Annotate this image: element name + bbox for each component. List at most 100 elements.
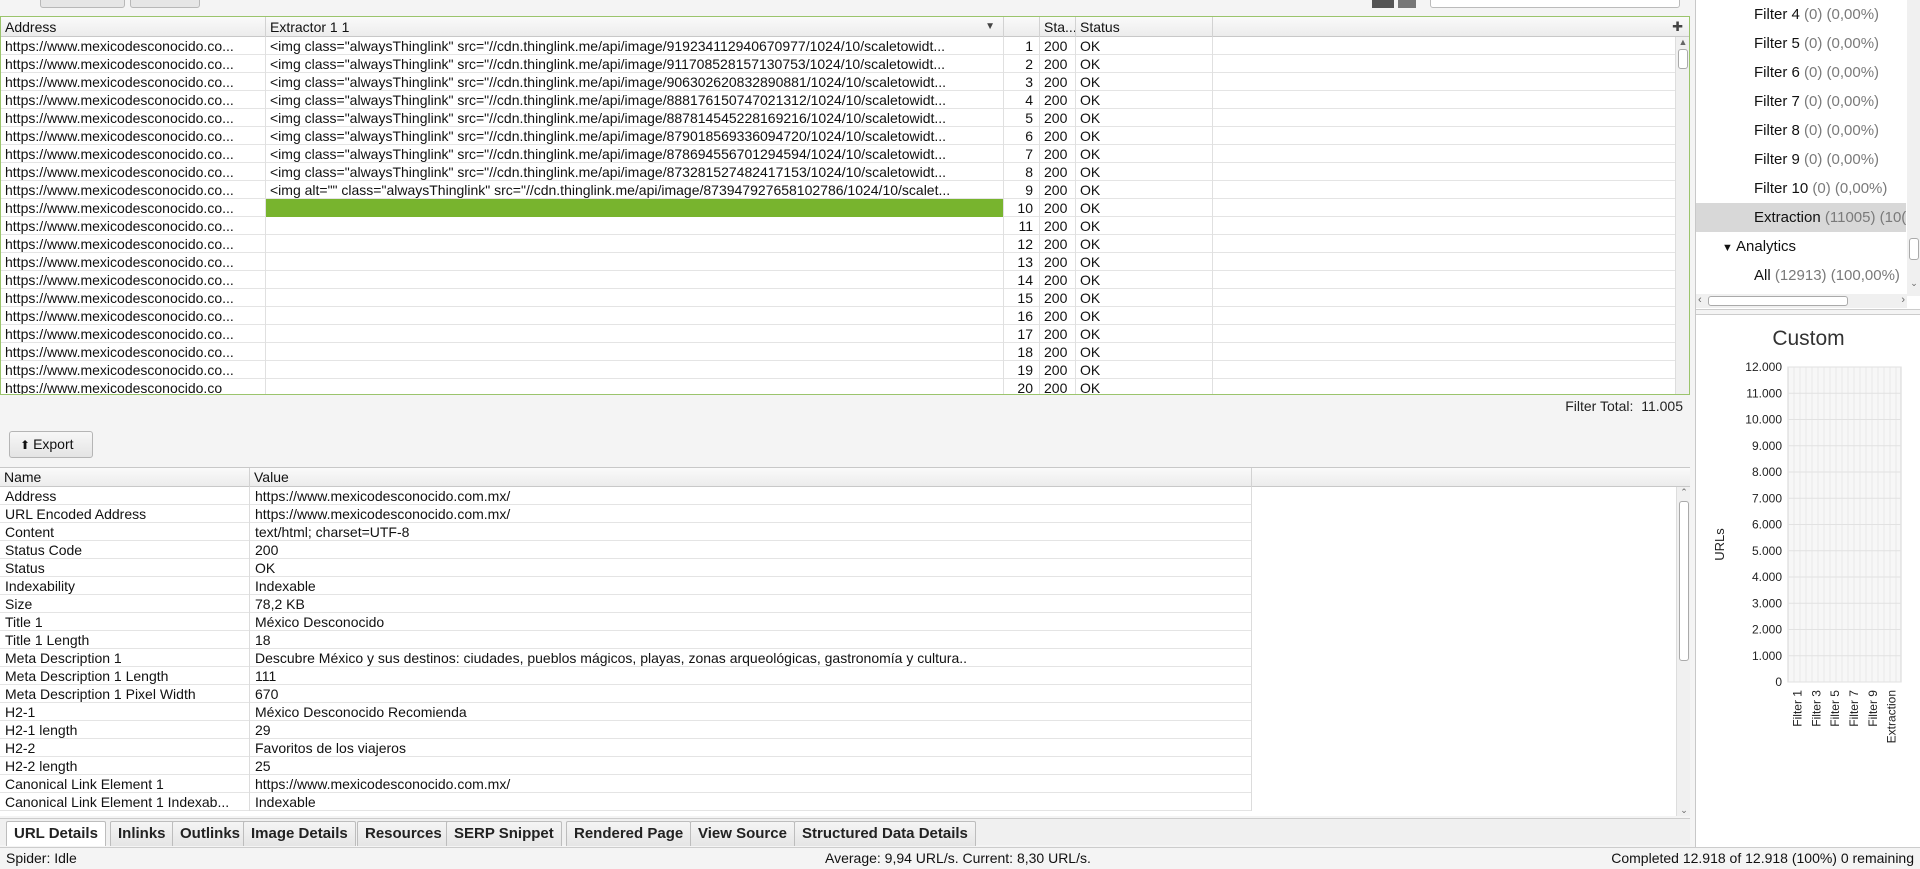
- row-index-cell[interactable]: 20: [1004, 379, 1040, 394]
- detail-name-cell[interactable]: Title 1 Length: [0, 631, 250, 649]
- tree-item[interactable]: Filter 9 (0) (0,00%): [1696, 145, 1906, 174]
- address-cell[interactable]: https://www.mexicodesconocido.co...: [1, 73, 266, 91]
- sort-down-icon[interactable]: ▼: [985, 17, 995, 37]
- status-code-cell[interactable]: 200: [1040, 91, 1076, 109]
- table-row[interactable]: https://www.mexicodesconocido.co... 12 200…: [1, 235, 1675, 253]
- status-cell[interactable]: OK: [1076, 361, 1213, 379]
- address-cell[interactable]: https://www.mexicodesconocido.co...: [1, 55, 266, 73]
- status-cell[interactable]: OK: [1076, 163, 1213, 181]
- row-index-cell[interactable]: 13: [1004, 253, 1040, 271]
- detail-value-cell[interactable]: Indexable: [250, 793, 1252, 811]
- tab-outlinks[interactable]: Outlinks: [172, 821, 249, 846]
- extractor-cell[interactable]: <img class="alwaysThinglink" src="//cdn.…: [266, 109, 1004, 127]
- tab-inlinks[interactable]: Inlinks: [110, 821, 174, 846]
- status-code-cell[interactable]: 200: [1040, 307, 1076, 325]
- tab-view-source[interactable]: View Source: [690, 821, 795, 846]
- detail-name-cell[interactable]: H2-2: [0, 739, 250, 757]
- tree-item[interactable]: Filter 10 (0) (0,00%): [1696, 174, 1906, 203]
- address-cell[interactable]: https://www.mexicodesconocido.co...: [1, 289, 266, 307]
- table-row[interactable]: https://www.mexicodesconocido.co... 19 200…: [1, 361, 1675, 379]
- table-row[interactable]: https://www.mexicodesconocido.co... 11 200…: [1, 217, 1675, 235]
- row-index-cell[interactable]: 7: [1004, 145, 1040, 163]
- table-row[interactable]: https://www.mexicodesconocido.co... <img …: [1, 55, 1675, 73]
- column-extractor[interactable]: Extractor 1 1 ▼: [266, 17, 1004, 37]
- detail-name-cell[interactable]: Address: [0, 487, 250, 505]
- status-cell[interactable]: OK: [1076, 181, 1213, 199]
- detail-row[interactable]: Meta Description 1 Pixel Width 670: [0, 685, 1252, 703]
- detail-row[interactable]: Size 78,2 KB: [0, 595, 1252, 613]
- toolbar-button[interactable]: [130, 0, 200, 8]
- detail-value-cell[interactable]: Favoritos de los viajeros: [250, 739, 1252, 757]
- table-row[interactable]: https://www.mexicodesconocido.co... 17 200…: [1, 325, 1675, 343]
- status-code-cell[interactable]: 200: [1040, 343, 1076, 361]
- status-code-cell[interactable]: 200: [1040, 217, 1076, 235]
- extractor-cell[interactable]: <img class="alwaysThinglink" src="//cdn.…: [266, 145, 1004, 163]
- status-cell[interactable]: OK: [1076, 379, 1213, 394]
- table-row[interactable]: https://www.mexicodesconocido.co... <img …: [1, 163, 1675, 181]
- detail-row[interactable]: Indexability Indexable: [0, 577, 1252, 595]
- table-row[interactable]: https://www.mexicodesconocido.co... <img …: [1, 91, 1675, 109]
- address-cell[interactable]: https://www.mexicodesconocido.co: [1, 379, 266, 394]
- table-row[interactable]: https://www.mexicodesconocido.co... 10 200…: [1, 199, 1675, 217]
- vertical-scrollbar[interactable]: ▲: [1675, 37, 1689, 394]
- row-index-cell[interactable]: 2: [1004, 55, 1040, 73]
- table-row[interactable]: https://www.mexicodesconocido.co 20 200 OK: [1, 379, 1675, 394]
- detail-value-cell[interactable]: 78,2 KB: [250, 595, 1252, 613]
- export-button[interactable]: ⬆ Export: [9, 431, 93, 458]
- tree-item[interactable]: Filter 8 (0) (0,00%): [1696, 116, 1906, 145]
- detail-row[interactable]: Status Code 200: [0, 541, 1252, 559]
- address-cell[interactable]: https://www.mexicodesconocido.co...: [1, 127, 266, 145]
- detail-value-cell[interactable]: 25: [250, 757, 1252, 775]
- detail-row[interactable]: Canonical Link Element 1 https://www.mexi…: [0, 775, 1252, 793]
- address-cell[interactable]: https://www.mexicodesconocido.co...: [1, 307, 266, 325]
- status-code-cell[interactable]: 200: [1040, 37, 1076, 55]
- status-cell[interactable]: OK: [1076, 307, 1213, 325]
- extractor-cell[interactable]: [266, 271, 1004, 289]
- tree-item[interactable]: ▼ Analytics: [1696, 232, 1906, 261]
- detail-name-cell[interactable]: Content: [0, 523, 250, 541]
- address-cell[interactable]: https://www.mexicodesconocido.co...: [1, 145, 266, 163]
- extractor-cell[interactable]: <img class="alwaysThinglink" src="//cdn.…: [266, 127, 1004, 145]
- address-cell[interactable]: https://www.mexicodesconocido.co...: [1, 217, 266, 235]
- extractor-cell[interactable]: <img class="alwaysThinglink" src="//cdn.…: [266, 55, 1004, 73]
- extractor-cell[interactable]: [266, 343, 1004, 361]
- detail-value-cell[interactable]: https://www.mexicodesconocido.com.mx/: [250, 487, 1252, 505]
- detail-name-cell[interactable]: Canonical Link Element 1 Indexab...: [0, 793, 250, 811]
- detail-name-cell[interactable]: H2-1 length: [0, 721, 250, 739]
- detail-value-cell[interactable]: 18: [250, 631, 1252, 649]
- table-row[interactable]: https://www.mexicodesconocido.co... 15 200…: [1, 289, 1675, 307]
- scroll-up-icon[interactable]: ▲: [1676, 37, 1689, 47]
- table-row[interactable]: https://www.mexicodesconocido.co... 16 200…: [1, 307, 1675, 325]
- extractor-cell[interactable]: <img class="alwaysThinglink" src="//cdn.…: [266, 37, 1004, 55]
- address-cell[interactable]: https://www.mexicodesconocido.co...: [1, 361, 266, 379]
- detail-name-cell[interactable]: H2-2 length: [0, 757, 250, 775]
- status-cell[interactable]: OK: [1076, 55, 1213, 73]
- extractor-cell[interactable]: [266, 361, 1004, 379]
- detail-row[interactable]: H2-2 Favoritos de los viajeros: [0, 739, 1252, 757]
- row-index-cell[interactable]: 11: [1004, 217, 1040, 235]
- extractor-cell[interactable]: <img class="alwaysThinglink" src="//cdn.…: [266, 91, 1004, 109]
- detail-row[interactable]: Status OK: [0, 559, 1252, 577]
- detail-value-cell[interactable]: https://www.mexicodesconocido.com.mx/: [250, 505, 1252, 523]
- tab-resources[interactable]: Resources: [357, 821, 450, 846]
- row-index-cell[interactable]: 5: [1004, 109, 1040, 127]
- table-row[interactable]: https://www.mexicodesconocido.co... 18 200…: [1, 343, 1675, 361]
- detail-row[interactable]: Title 1 Length 18: [0, 631, 1252, 649]
- scroll-left-icon[interactable]: ‹: [1698, 294, 1702, 306]
- scroll-thumb[interactable]: [1909, 238, 1919, 260]
- detail-row[interactable]: Meta Description 1 Descubre México y sus …: [0, 649, 1252, 667]
- list-view-icon[interactable]: [1398, 0, 1416, 8]
- status-cell[interactable]: OK: [1076, 343, 1213, 361]
- status-code-cell[interactable]: 200: [1040, 235, 1076, 253]
- detail-name-cell[interactable]: Status: [0, 559, 250, 577]
- tree-horizontal-scrollbar[interactable]: ‹ ›: [1696, 294, 1907, 308]
- address-cell[interactable]: https://www.mexicodesconocido.co...: [1, 199, 266, 217]
- tree-vertical-scrollbar[interactable]: ⌄: [1907, 0, 1920, 296]
- scroll-thumb[interactable]: [1678, 49, 1688, 69]
- detail-row[interactable]: Address https://www.mexicodesconocido.com…: [0, 487, 1252, 505]
- tree-item[interactable]: Extraction (11005) (10(: [1696, 203, 1906, 232]
- status-cell[interactable]: OK: [1076, 145, 1213, 163]
- detail-value-cell[interactable]: México Desconocido: [250, 613, 1252, 631]
- row-index-cell[interactable]: 10: [1004, 199, 1040, 217]
- add-column-icon[interactable]: ✚: [1672, 17, 1683, 37]
